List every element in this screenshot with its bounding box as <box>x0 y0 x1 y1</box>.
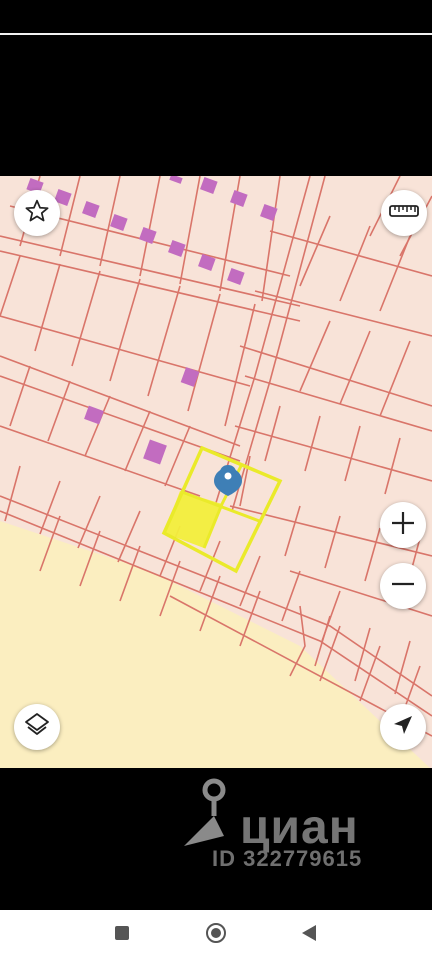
layers-button[interactable] <box>14 704 60 750</box>
ruler-button[interactable] <box>381 190 427 236</box>
square-icon <box>114 925 130 946</box>
ruler-icon <box>389 203 419 224</box>
back-button[interactable] <box>297 923 321 947</box>
navigation-arrow-icon <box>391 713 415 742</box>
my-location-button[interactable] <box>380 704 426 750</box>
circle-icon <box>205 922 227 949</box>
zoom-in-button[interactable] <box>380 502 426 548</box>
recent-apps-button[interactable] <box>110 923 134 947</box>
favorite-button[interactable] <box>14 190 60 236</box>
status-bar-divider <box>0 33 432 35</box>
cadastral-map[interactable] <box>0 176 432 768</box>
home-button[interactable] <box>204 922 228 949</box>
plus-icon <box>390 510 416 541</box>
triangle-back-icon <box>300 924 318 947</box>
layers-icon <box>23 711 51 744</box>
star-icon <box>24 198 50 229</box>
minus-icon <box>390 571 416 602</box>
map-canvas[interactable] <box>0 176 432 768</box>
selected-plots[interactable] <box>161 445 283 574</box>
system-nav-bar <box>0 910 432 960</box>
zoom-out-button[interactable] <box>380 563 426 609</box>
watermark-id: ID 322779615 <box>212 846 363 871</box>
